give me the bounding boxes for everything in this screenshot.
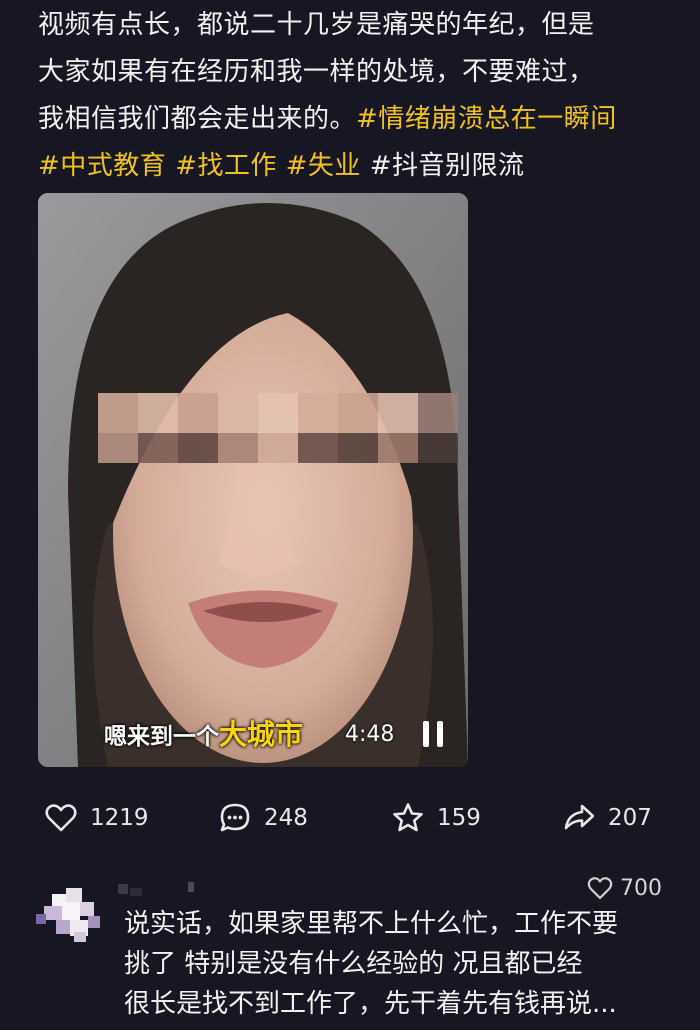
post-text-line-1: 视频有点长，都说二十几岁是痛哭的年纪，但是: [38, 10, 595, 40]
hashtag-douyin[interactable]: #抖音别限流: [370, 151, 525, 181]
hashtag-emotion[interactable]: #情绪崩溃总在一瞬间: [356, 104, 617, 134]
share-icon: [564, 804, 595, 830]
star-icon: [393, 803, 423, 832]
top-comment: 700 说实话，如果家里帮不上什么忙，工作不要 挑了 特别是没有什么经验的 况且…: [0, 870, 700, 1030]
subtitle-highlight: 大城市: [219, 718, 304, 751]
heart-icon: [45, 804, 77, 832]
comment-count: 248: [264, 805, 308, 831]
video-frame: [38, 193, 468, 767]
username-blurred: [118, 882, 194, 896]
video-subtitle: 嗯来到一个大城市: [104, 713, 303, 753]
post-caption: 视频有点长，都说二十几岁是痛哭的年纪，但是 大家如果有在经历和我一样的处境，不要…: [38, 2, 678, 190]
comment-body: 说实话，如果家里帮不上什么忙，工作不要 挑了 特别是没有什么经验的 况且都已经 …: [124, 904, 684, 1024]
heart-icon: [587, 877, 613, 900]
share-count: 207: [608, 805, 652, 831]
comment-button[interactable]: 248: [218, 801, 308, 835]
comment-line-2: 挑了 特别是没有什么经验的 况且都已经: [124, 949, 583, 979]
subtitle-prefix: 嗯来到一个: [104, 724, 219, 750]
like-count: 1219: [90, 805, 149, 831]
comment-icon: [220, 803, 250, 832]
favorite-count: 159: [437, 805, 481, 831]
comment-like-count: 700: [620, 875, 662, 901]
avatar[interactable]: [36, 882, 112, 942]
share-button[interactable]: 207: [562, 801, 652, 835]
comment-line-3: 很长是找不到工作了，先干着先有钱再说...: [124, 989, 617, 1019]
like-button[interactable]: 1219: [44, 801, 149, 835]
action-bar: 1219 248 159 207: [0, 795, 700, 847]
comment-line-1: 说实话，如果家里帮不上什么忙，工作不要: [124, 909, 619, 939]
pause-bar-right: [437, 721, 443, 747]
pause-icon[interactable]: [423, 721, 445, 747]
post-text-line-2: 大家如果有在经历和我一样的处境，不要难过，: [38, 57, 595, 87]
pause-bar-left: [423, 721, 429, 747]
post-text-line-3-text: 我相信我们都会走出来的。: [38, 104, 357, 134]
video-player[interactable]: [38, 193, 468, 767]
comment-like-button[interactable]: 700: [586, 874, 662, 902]
post-text-line-3: 我相信我们都会走出来的。#情绪崩溃总在一瞬间: [38, 96, 678, 143]
hashtag-job-search[interactable]: #找工作: [175, 151, 277, 181]
post-hashtags-line: #中式教育 #找工作 #失业 #抖音别限流: [38, 143, 678, 190]
hashtag-chinese-education[interactable]: #中式教育: [38, 151, 166, 181]
hashtag-unemployment[interactable]: #失业: [286, 151, 361, 181]
video-timestamp: 4:48: [345, 722, 395, 747]
favorite-button[interactable]: 159: [391, 801, 481, 835]
